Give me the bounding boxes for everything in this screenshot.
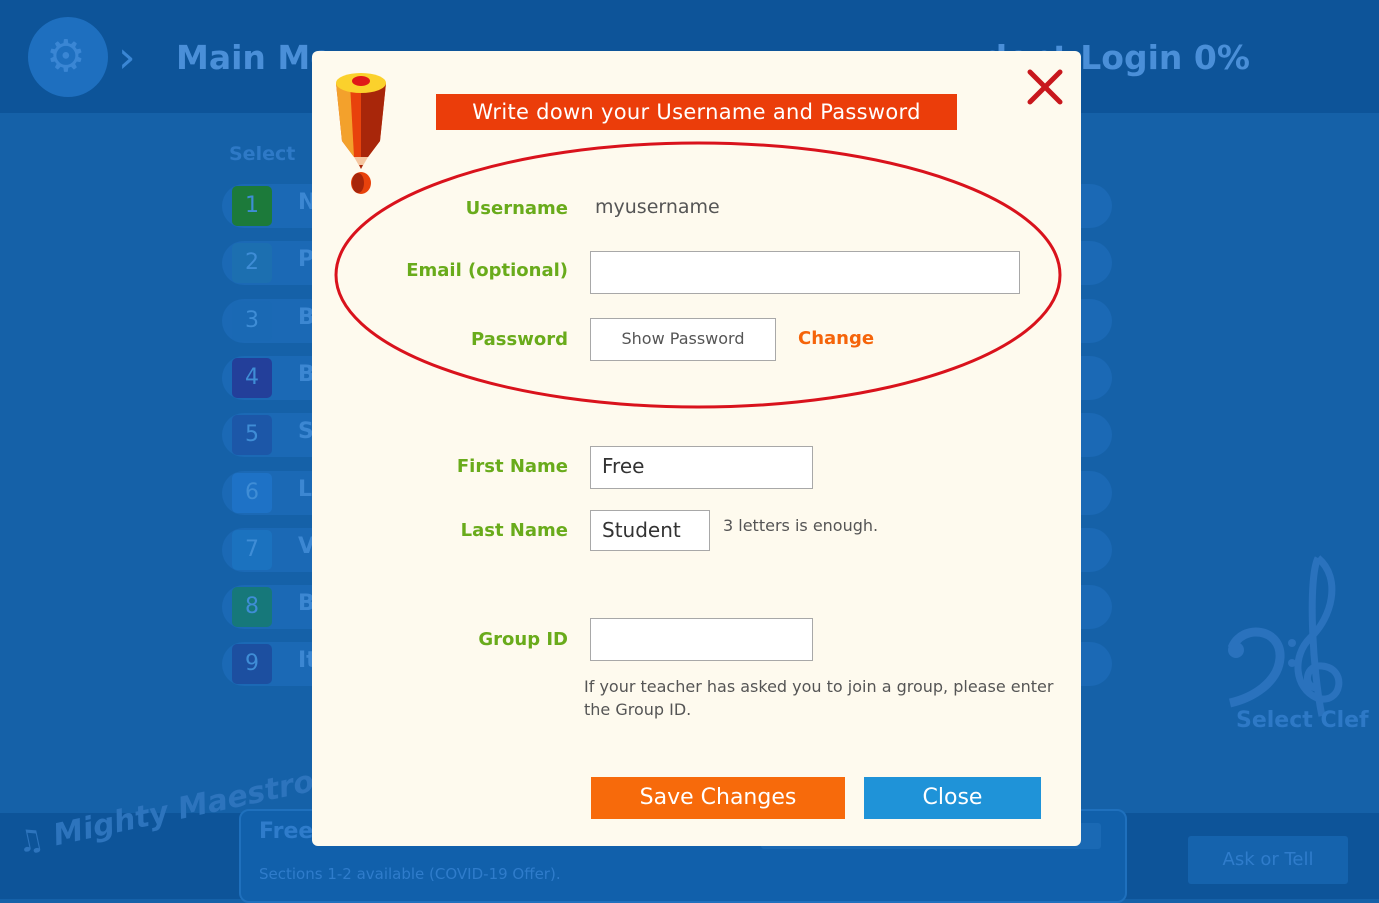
app-title: Main Me xyxy=(176,38,333,77)
email-field[interactable] xyxy=(590,251,1020,294)
section-number: 4 xyxy=(232,357,272,398)
ask-or-tell-button[interactable]: Ask or Tell xyxy=(1188,836,1348,884)
close-x-icon[interactable] xyxy=(1025,67,1065,107)
section-number: 6 xyxy=(232,472,272,513)
gear-icon: ⚙ xyxy=(46,31,86,82)
password-label: Password xyxy=(470,329,568,350)
first-name-label: First Name xyxy=(456,456,568,477)
email-label: Email (optional) xyxy=(406,260,568,281)
instruction-banner: Write down your Username and Password xyxy=(436,94,957,130)
show-password-button[interactable]: Show Password xyxy=(590,318,776,361)
first-name-field[interactable]: Free xyxy=(590,446,813,489)
section-number: 8 xyxy=(232,587,272,628)
change-password-link[interactable]: Change xyxy=(798,328,874,349)
last-name-field[interactable]: Student xyxy=(590,510,710,551)
section-number: 5 xyxy=(232,415,272,456)
save-changes-button[interactable]: Save Changes xyxy=(591,777,845,819)
username-label: Username xyxy=(465,198,568,219)
section-number: 9 xyxy=(232,644,272,685)
close-button[interactable]: Close xyxy=(864,777,1041,819)
section-title: L xyxy=(298,476,313,502)
settings-button[interactable]: ⚙ xyxy=(28,17,108,97)
group-id-help-text: If your teacher has asked you to join a … xyxy=(584,677,1054,719)
last-name-hint: 3 letters is enough. xyxy=(723,516,879,535)
last-name-label: Last Name xyxy=(460,520,568,541)
chevron-right-icon: › xyxy=(118,32,136,83)
section-number: 2 xyxy=(232,243,272,284)
free-plan-title: Free xyxy=(259,819,314,844)
free-plan-note: Sections 1-2 available (COVID-19 Offer). xyxy=(259,865,561,883)
group-id-field[interactable] xyxy=(590,618,813,661)
treble-bass-clef-icon[interactable] xyxy=(1222,548,1352,718)
section-number: 7 xyxy=(232,529,272,570)
group-id-label: Group ID xyxy=(478,629,568,650)
section-number: 1 xyxy=(232,186,272,226)
select-clef-label[interactable]: Select Clef xyxy=(1236,708,1369,733)
username-value: myusername xyxy=(595,196,720,218)
section-number: 3 xyxy=(232,300,272,341)
account-details-dialog: Write down your Username and Password Us… xyxy=(312,51,1081,846)
select-section-label: Select xyxy=(229,143,296,165)
